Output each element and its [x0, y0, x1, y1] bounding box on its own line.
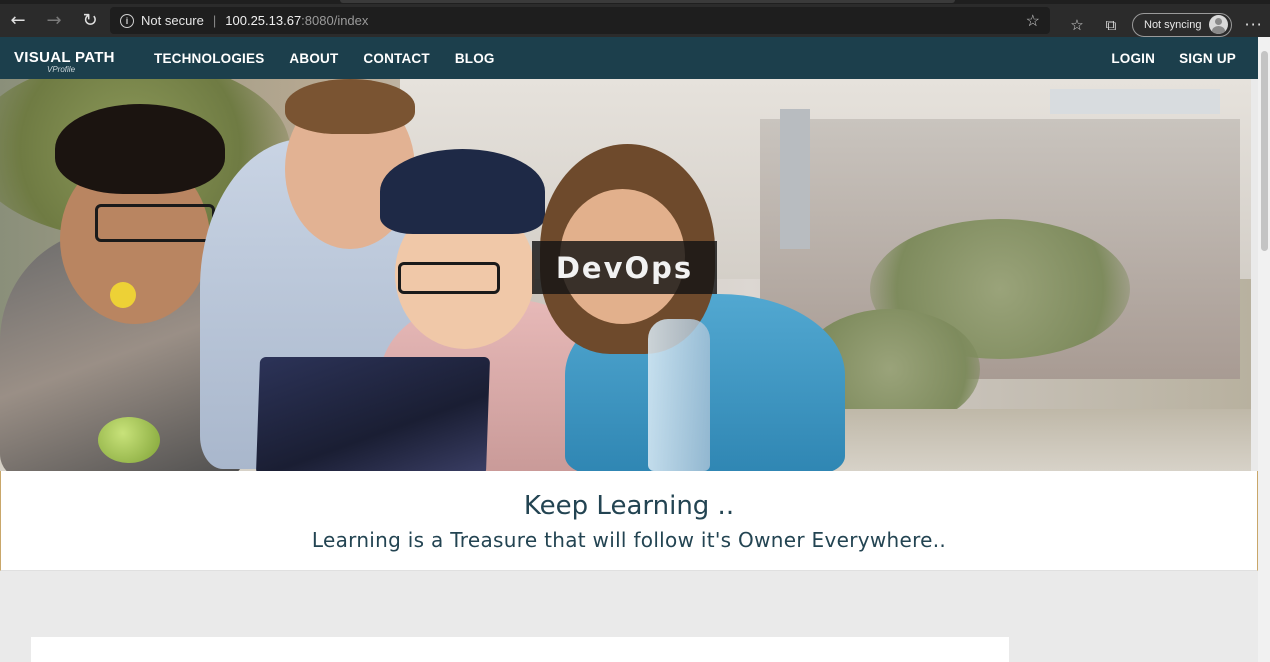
content-card [31, 637, 1009, 662]
sync-button[interactable]: Not syncing [1132, 12, 1233, 37]
nav-technologies[interactable]: TECHNOLOGIES [154, 51, 264, 66]
quote-subtitle: Learning is a Treasure that will follow … [311, 528, 947, 552]
nav-blog[interactable]: BLOG [455, 51, 495, 66]
hero-window [1050, 89, 1220, 114]
person-hair [285, 79, 415, 134]
refresh-icon[interactable]: ↻ [72, 4, 108, 37]
favorites-icon[interactable]: ☆ [1060, 16, 1094, 34]
hero-image: DevOps [0, 79, 1251, 471]
brand-title: VISUAL PATH [14, 49, 115, 66]
laptop-image [255, 357, 491, 471]
browser-toolbar: ← → ↻ i Not secure | 100.25.13.67 :8080/… [0, 4, 1270, 37]
page-scrollbar[interactable] [1258, 37, 1270, 662]
sync-label: Not syncing [1144, 18, 1202, 31]
scrollbar-thumb[interactable] [1261, 51, 1268, 251]
signup-link[interactable]: SIGN UP [1179, 51, 1236, 66]
hero-caption: DevOps [555, 250, 694, 285]
quote-title: Keep Learning .. [523, 491, 735, 521]
brand-logo[interactable]: VISUAL PATH VProfile [14, 37, 134, 79]
water-bottle-image [648, 319, 710, 471]
back-icon[interactable]: ← [0, 4, 36, 37]
tab-strip [340, 0, 955, 3]
collections-icon[interactable]: ⧉ [1094, 16, 1128, 34]
url-path[interactable]: :8080/index [301, 13, 368, 28]
person-glasses [95, 204, 215, 242]
apple-image [98, 417, 160, 463]
security-label[interactable]: Not secure [141, 13, 204, 28]
site-navbar: VISUAL PATH VProfile TECHNOLOGIES ABOUT … [0, 37, 1258, 79]
nav-contact[interactable]: CONTACT [363, 51, 429, 66]
address-separator: | [212, 13, 217, 28]
hero-caption-box: DevOps [532, 241, 717, 294]
person-hair [55, 104, 225, 194]
nav-auth: LOGIN SIGN UP [1087, 51, 1236, 66]
login-link[interactable]: LOGIN [1111, 51, 1155, 66]
avatar [1209, 15, 1229, 34]
hero-window [780, 109, 810, 249]
nav-about[interactable]: ABOUT [289, 51, 338, 66]
quote-panel: Keep Learning .. Learning is a Treasure … [0, 471, 1258, 571]
cursor-highlight [110, 282, 136, 308]
address-bar[interactable]: i Not secure | 100.25.13.67 :8080/index … [110, 7, 1050, 34]
url-host[interactable]: 100.25.13.67 [225, 13, 301, 28]
person-glasses [398, 262, 500, 294]
info-icon[interactable]: i [120, 13, 134, 28]
forward-icon[interactable]: → [36, 4, 72, 37]
star-icon[interactable]: ☆ [1026, 11, 1040, 31]
brand-subtitle: VProfile [47, 65, 76, 74]
more-icon[interactable]: ··· [1244, 15, 1262, 34]
nav-links: TECHNOLOGIES ABOUT CONTACT BLOG [154, 51, 520, 66]
person-hat [380, 149, 545, 234]
